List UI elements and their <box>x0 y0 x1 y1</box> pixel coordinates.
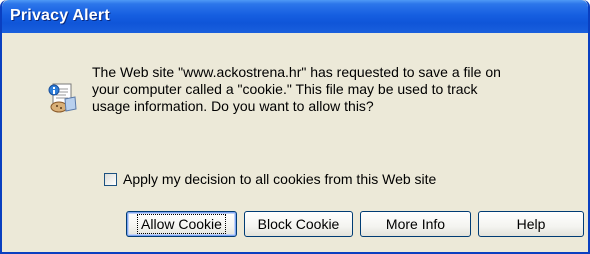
more-info-button[interactable]: More Info <box>360 211 471 237</box>
alert-message: The Web site "www.ackostrena.hr" has req… <box>92 64 582 115</box>
allow-cookie-button[interactable]: Allow Cookie <box>126 211 237 237</box>
allow-cookie-label: Allow Cookie <box>137 214 226 234</box>
privacy-alert-window: Privacy Alert The Web site "www.ackostre… <box>0 0 590 254</box>
message-line: usage information. Do you want to allow … <box>92 98 374 114</box>
privacy-cookie-icon <box>48 83 77 113</box>
more-info-label: More Info <box>385 216 446 232</box>
title-bar[interactable]: Privacy Alert <box>2 0 588 33</box>
apply-all-cookies-label[interactable]: Apply my decision to all cookies from th… <box>123 171 436 187</box>
message-line: your computer called a "cookie." This fi… <box>92 81 478 97</box>
message-line: The Web site "www.ackostrena.hr" has req… <box>92 64 501 80</box>
window-title: Privacy Alert <box>10 7 110 24</box>
block-cookie-button[interactable]: Block Cookie <box>244 211 353 237</box>
dialog-body: The Web site "www.ackostrena.hr" has req… <box>2 33 588 252</box>
block-cookie-label: Block Cookie <box>257 216 340 232</box>
apply-all-cookies-checkbox[interactable] <box>104 172 117 186</box>
help-button[interactable]: Help <box>478 211 584 237</box>
help-label: Help <box>516 216 546 232</box>
apply-all-cookies-option[interactable]: Apply my decision to all cookies from th… <box>104 171 436 187</box>
